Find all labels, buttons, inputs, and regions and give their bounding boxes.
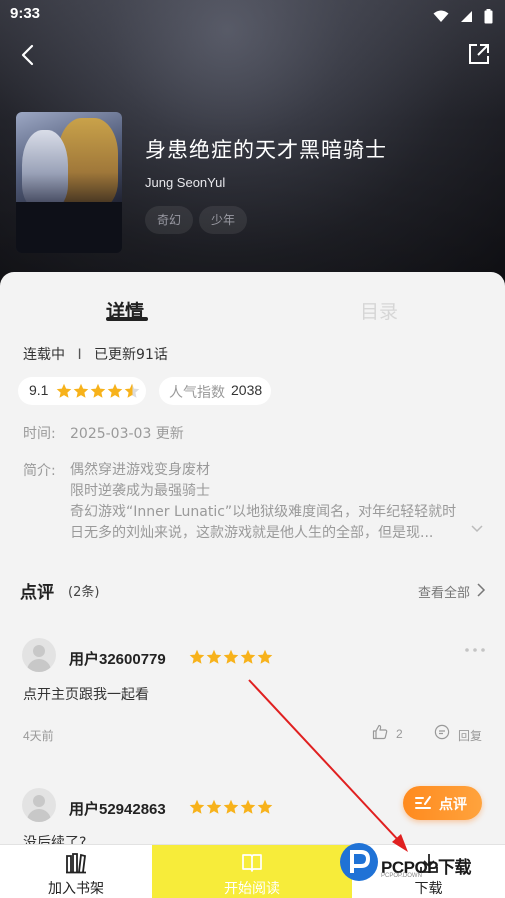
back-button[interactable]	[14, 40, 44, 70]
star-icon	[206, 799, 222, 814]
watermark-logo-mark	[340, 843, 378, 881]
review-stars	[189, 799, 273, 814]
avatar-body	[27, 659, 51, 672]
star-icon	[206, 649, 222, 664]
reply-button[interactable]: 回复	[458, 727, 482, 744]
reply-icon[interactable]	[434, 724, 450, 740]
more-options-icon[interactable]	[464, 646, 486, 654]
synopsis-line: 限时逆袭成为最强骑士	[70, 483, 210, 499]
bookshelf-icon	[66, 853, 86, 874]
star-icon	[257, 649, 273, 664]
watermark-p-icon	[350, 850, 371, 873]
expand-chevron-icon[interactable]	[470, 524, 484, 534]
review-text: 点开主页跟我一起看	[23, 687, 149, 703]
reviews-count: (2条)	[68, 585, 100, 600]
star-icon	[257, 799, 273, 814]
synopsis-line: 日无多的刘灿来说，这款游戏就是他人生的全部，但是现...	[70, 525, 434, 541]
status-icons	[427, 6, 493, 24]
see-all-link[interactable]: 查看全部	[418, 582, 470, 601]
status-separator: I	[77, 347, 82, 363]
edit-icon	[415, 796, 431, 809]
thumbs-up-icon[interactable]	[372, 724, 388, 740]
watermark-subtext: PCPOP.DOWN	[381, 873, 422, 879]
review-text: 没后续了?	[23, 835, 87, 844]
synopsis-line: 偶然穿进游戏变身废材	[70, 462, 210, 478]
update-time-label: 时间:	[23, 426, 56, 442]
like-count: 2	[396, 727, 403, 741]
book-cover	[16, 112, 122, 253]
star-half-icon	[124, 383, 140, 398]
status-bar: 9:33	[0, 0, 505, 30]
genre-tag[interactable]: 奇幻	[145, 206, 194, 234]
star-icon	[223, 649, 239, 664]
popularity-value: 2038	[231, 382, 263, 398]
star-icon	[189, 649, 205, 664]
write-review-button[interactable]: 点评	[403, 786, 482, 820]
avatar[interactable]	[22, 788, 56, 822]
genre-tag[interactable]: 少年	[199, 206, 248, 234]
start-reading-button[interactable]: 开始阅读	[152, 845, 352, 898]
cover-art-figure	[22, 130, 68, 208]
update-time-value: 2025-03-03 更新	[70, 426, 184, 442]
write-review-label: 点评	[439, 797, 467, 813]
add-to-shelf-label: 加入书架	[48, 881, 104, 897]
rating-score: 9.1	[29, 382, 49, 398]
share-button[interactable]	[465, 40, 493, 68]
rating-stars	[56, 383, 140, 398]
add-to-shelf-button[interactable]: 加入书架	[0, 845, 152, 898]
signal-icon	[460, 11, 472, 22]
popularity-label: 人气指数	[169, 385, 225, 401]
start-reading-label: 开始阅读	[224, 881, 280, 897]
book-title: 身患绝症的天才黑暗骑士	[145, 138, 387, 162]
avatar-head	[33, 645, 45, 657]
star-icon	[223, 799, 239, 814]
reviews-heading: 点评	[20, 583, 54, 603]
review-stars	[189, 649, 273, 664]
star-icon	[73, 383, 89, 398]
tab-catalog[interactable]: 目录	[360, 297, 398, 324]
rating-badge: 9.1	[18, 377, 146, 405]
synopsis-line: 奇幻游戏“Inner Lunatic”以地狱级难度闻名，对年纪轻轻就时	[70, 504, 457, 520]
star-icon	[107, 383, 123, 398]
review-username[interactable]: 用户52942863	[69, 798, 166, 819]
avatar-head	[33, 795, 45, 807]
detail-sheet: 详情 目录 连载中 I 已更新91话 9.1 人气指数 2038 时间: 202…	[0, 272, 505, 844]
star-icon	[189, 799, 205, 814]
avatar-body	[27, 809, 51, 822]
share-icon	[469, 44, 489, 64]
watermark-logo: PCPOP下载 PCPOP.DOWN	[340, 843, 500, 885]
review-username[interactable]: 用户32600779	[69, 648, 166, 669]
tab-indicator	[106, 317, 148, 321]
battery-icon	[484, 9, 493, 24]
avatar[interactable]	[22, 638, 56, 672]
star-icon	[240, 799, 256, 814]
chevron-right-icon[interactable]	[476, 582, 486, 598]
star-icon	[240, 649, 256, 664]
review-date: 4天前	[23, 729, 54, 743]
popularity-badge: 人气指数 2038	[159, 377, 271, 405]
serial-status: 连载中 I 已更新91话	[23, 344, 168, 364]
star-icon	[90, 383, 106, 398]
status-time: 9:33	[10, 5, 41, 22]
book-author: Jung SeonYul	[145, 175, 226, 190]
wifi-icon	[433, 10, 449, 22]
chevron-left-icon	[21, 44, 34, 66]
open-book-icon	[242, 854, 262, 872]
synopsis-label: 简介:	[23, 463, 56, 479]
star-icon	[56, 383, 72, 398]
episode-count: 已更新91话	[94, 347, 168, 363]
status-text: 连载中	[23, 347, 65, 363]
cover-art-shadow	[16, 202, 122, 253]
